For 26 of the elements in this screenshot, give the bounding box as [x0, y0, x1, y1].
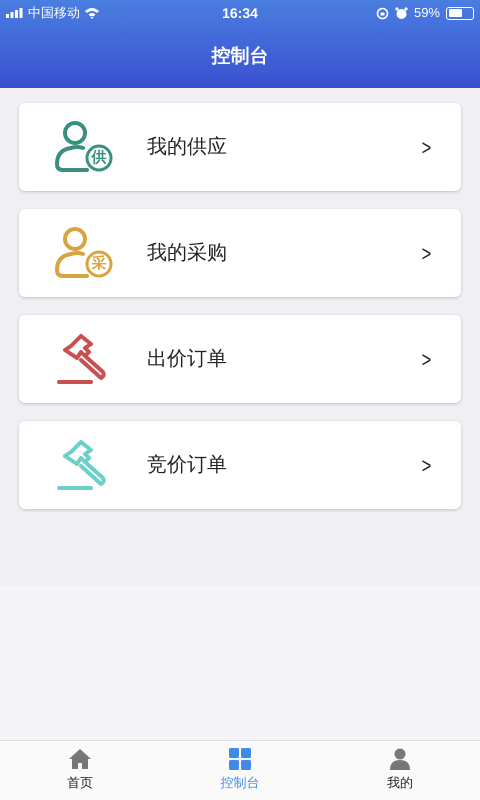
battery-percent: 59% [414, 4, 440, 22]
menu-label: 竞价订单 [147, 453, 228, 478]
home-icon [68, 748, 92, 770]
page-title: 控制台 [212, 44, 268, 69]
clock-time: 16:34 [222, 4, 258, 22]
person-icon [389, 748, 411, 770]
alarm-icon [394, 6, 408, 20]
carrier-name: 中国移动 [28, 4, 80, 22]
rotation-lock-icon [376, 6, 389, 20]
menu-label: 我的供应 [147, 135, 228, 160]
menu-label: 出价订单 [147, 347, 228, 372]
chevron-icon: > [422, 342, 432, 376]
chevron-icon: > [422, 236, 432, 270]
wifi-icon [84, 7, 100, 19]
menu-card[interactable]: 竞价订单 > [19, 421, 461, 509]
menu-label: 我的采购 [147, 241, 228, 266]
chevron-icon: > [422, 130, 432, 164]
menu-card[interactable]: 采 我的采购 > [19, 209, 461, 297]
chevron-icon: > [422, 448, 432, 482]
grid-icon [229, 748, 251, 770]
menu-card[interactable]: 供 我的供应 > [19, 103, 461, 191]
tab-item[interactable]: 我的 [320, 741, 480, 800]
tab-item[interactable]: 首页 [0, 741, 160, 800]
menu-card[interactable]: 出价订单 > [19, 315, 461, 403]
battery-icon [446, 6, 474, 20]
signal-icon [6, 8, 24, 18]
